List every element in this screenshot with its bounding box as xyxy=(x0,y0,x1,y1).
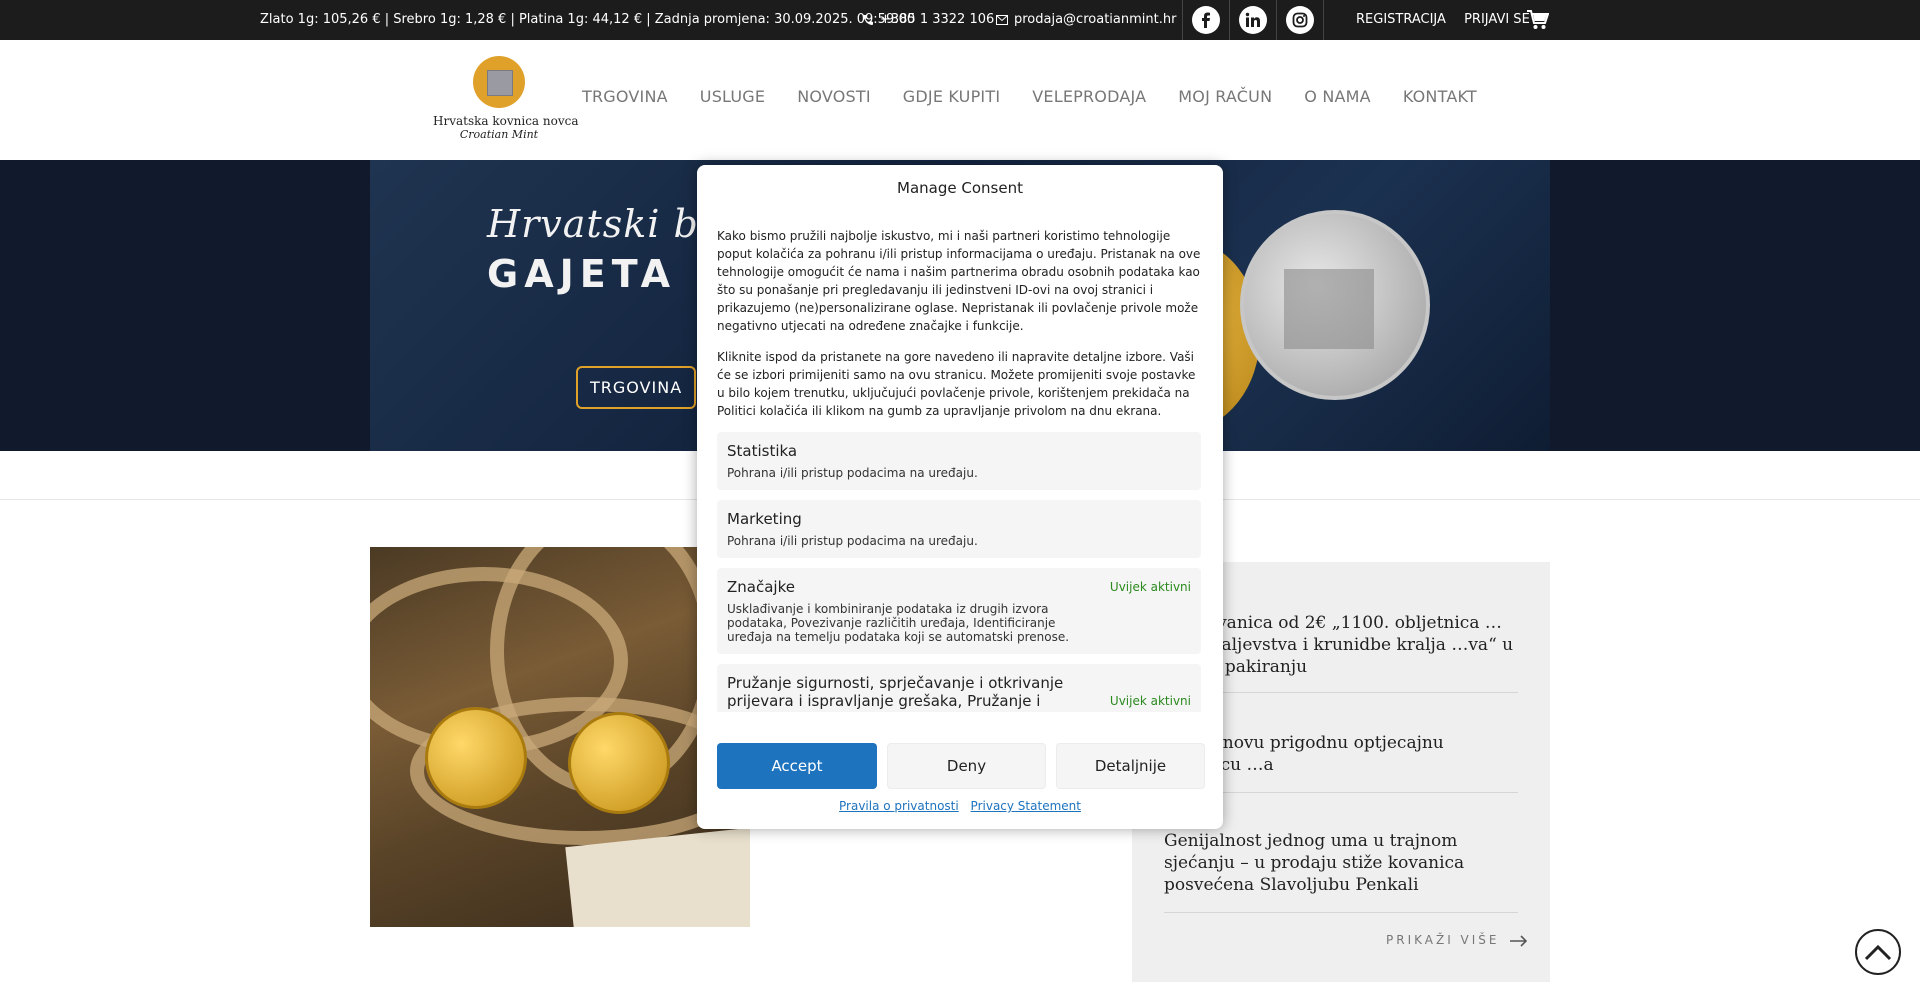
consent-paragraph-2: Kliknite ispod da pristanete na gore nav… xyxy=(717,350,1196,418)
category-title: Statistika xyxy=(727,442,798,460)
accept-button[interactable]: Accept xyxy=(717,743,877,789)
consent-overlay: Manage Consent Kako bismo pružili najbol… xyxy=(0,0,1920,993)
consent-dialog: Manage Consent Kako bismo pružili najbol… xyxy=(697,165,1223,829)
consent-title: Manage Consent xyxy=(897,179,1023,197)
deny-button[interactable]: Deny xyxy=(887,743,1046,789)
consent-links: Pravila o privatnosti Privacy Statement xyxy=(697,799,1223,813)
category-description: Pohrana i/ili pristup podacima na uređaj… xyxy=(727,466,978,480)
privacy-policy-link[interactable]: Pravila o privatnosti xyxy=(839,799,959,813)
category-description: Pohrana i/ili pristup podacima na uređaj… xyxy=(727,534,978,548)
consent-paragraph-1: Kako bismo pružili najbolje iskustvo, mi… xyxy=(717,229,1201,333)
preferences-button[interactable]: Detaljnije xyxy=(1056,743,1205,789)
consent-buttons: Accept Deny Detaljnije xyxy=(717,743,1205,789)
privacy-statement-link[interactable]: Privacy Statement xyxy=(971,799,1081,813)
consent-category-statistika[interactable]: Statistika Pohrana i/ili pristup podacim… xyxy=(717,432,1201,490)
category-title: Marketing xyxy=(727,510,802,528)
always-active-label: Uvijek aktivni xyxy=(1109,580,1191,594)
consent-category-sigurnost[interactable]: Pružanje sigurnosti, sprječavanje i otkr… xyxy=(717,664,1201,712)
consent-categories[interactable]: Statistika Pohrana i/ili pristup podacim… xyxy=(717,432,1201,712)
consent-category-marketing[interactable]: Marketing Pohrana i/ili pristup podacima… xyxy=(717,500,1201,558)
category-title: Pružanje sigurnosti, sprječavanje i otkr… xyxy=(727,674,1064,712)
consent-category-znacajke[interactable]: Značajke Uvijek aktivni Usklađivanje i k… xyxy=(717,568,1201,654)
always-active-label: Uvijek aktivni xyxy=(1109,694,1191,708)
category-description: Usklađivanje i kombiniranje podataka iz … xyxy=(727,602,1070,644)
